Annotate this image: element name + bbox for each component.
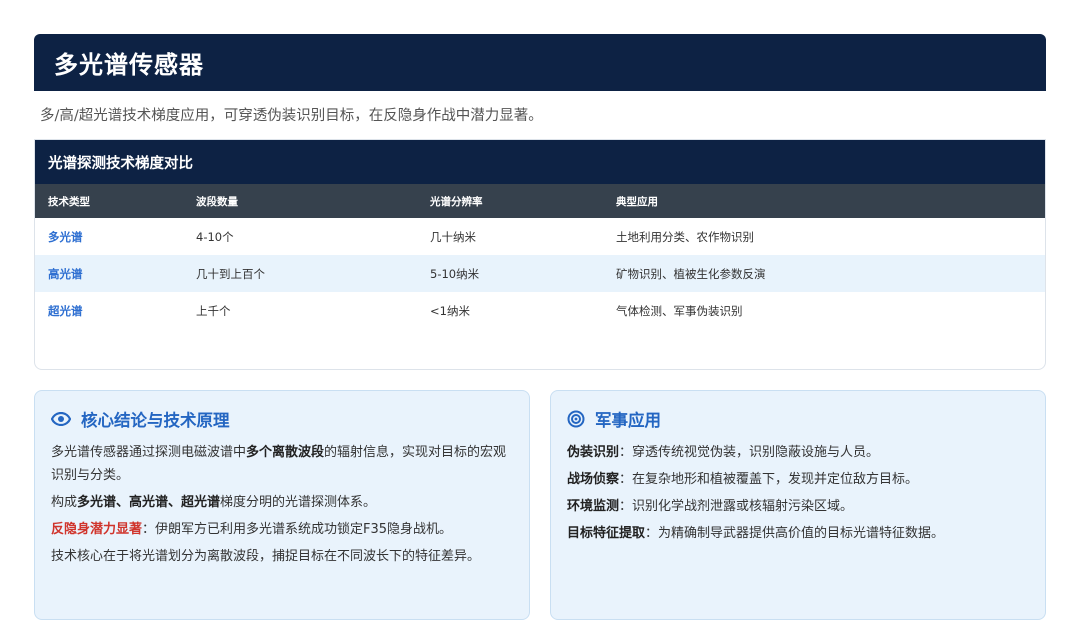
- military-application-title-text: 军事应用: [595, 411, 661, 430]
- column-header-resolution: 光谱分辨率: [430, 195, 483, 208]
- table-row: 高光谱 几十到上百个 5-10纳米 矿物识别、植被生化参数反演: [35, 255, 1045, 292]
- core-tech-paragraph: 技术核心在于将光谱划分为离散波段，捕捉目标在不同波长下的特征差异。: [51, 549, 481, 564]
- band-count-cell: 几十到上百个: [196, 266, 265, 281]
- highlight-term: 反隐身潜力显著: [51, 522, 143, 537]
- application-term: 环境监测: [567, 499, 620, 514]
- application-cell: 矿物识别、植被生化参数反演: [616, 266, 766, 281]
- application-item: 战场侦察：在复杂地形和植被覆盖下，发现并定位敌方目标。: [567, 468, 1029, 491]
- target-icon: [567, 410, 585, 428]
- tech-type-cell: 高光谱: [48, 266, 83, 281]
- table-row: 超光谱 上千个 <1纳米 气体检测、军事伪装识别: [35, 292, 1045, 329]
- band-count-cell: 上千个: [196, 303, 231, 318]
- text-segment: 构成: [51, 495, 78, 510]
- application-cell: 气体检测、军事伪装识别: [616, 303, 743, 318]
- page-header: 多光谱传感器: [34, 34, 1046, 91]
- column-header-tech-type: 技术类型: [48, 195, 90, 208]
- column-header-application: 典型应用: [616, 195, 658, 208]
- military-application-title: 军事应用: [567, 407, 1029, 431]
- bold-term: 多个离散波段: [246, 445, 325, 460]
- page-subtitle: 多/高/超光谱技术梯度应用，可穿透伪装识别目标，在反隐身作战中潜力显著。: [40, 108, 543, 124]
- band-count-cell: 4-10个: [196, 229, 234, 244]
- resolution-cell: 几十纳米: [430, 229, 476, 244]
- system-paragraph: 构成多光谱、高光谱、超光谱梯度分明的光谱探测体系。: [51, 491, 513, 514]
- application-term: 战场侦察: [567, 472, 620, 487]
- tech-type-cell: 多光谱: [48, 229, 83, 244]
- eye-icon: [51, 412, 71, 426]
- core-conclusion-title-text: 核心结论与技术原理: [81, 411, 230, 430]
- application-item: 伪装识别：穿透传统视觉伪装，识别隐蔽设施与人员。: [567, 441, 1029, 464]
- application-desc: ：为精确制导武器提供高价值的目标光谱特征数据。: [645, 526, 945, 541]
- core-conclusion-card: 核心结论与技术原理 多光谱传感器通过探测电磁波谱中多个离散波段的辐射信息，实现对…: [34, 390, 530, 620]
- table-title: 光谱探测技术梯度对比: [35, 140, 1045, 184]
- table-header-row: 技术类型 波段数量 光谱分辨率 典型应用: [35, 184, 1045, 218]
- application-term: 伪装识别: [567, 445, 620, 460]
- military-application-card: 军事应用 伪装识别：穿透传统视觉伪装，识别隐蔽设施与人员。 战场侦察：在复杂地形…: [550, 390, 1046, 620]
- bold-term: 多光谱、高光谱、超光谱: [77, 495, 221, 510]
- resolution-cell: <1纳米: [430, 303, 470, 318]
- text-segment: 梯度分明的光谱探测体系。: [220, 495, 377, 510]
- tech-type-cell: 超光谱: [48, 303, 83, 318]
- page-title: 多光谱传感器: [54, 51, 204, 79]
- table-row: 多光谱 4-10个 几十纳米 土地利用分类、农作物识别: [35, 218, 1045, 255]
- application-desc: ：在复杂地形和植被覆盖下，发现并定位敌方目标。: [619, 472, 919, 487]
- application-desc: ：穿透传统视觉伪装，识别隐蔽设施与人员。: [619, 445, 880, 460]
- column-header-band-count: 波段数量: [196, 195, 238, 208]
- principle-paragraph: 多光谱传感器通过探测电磁波谱中多个离散波段的辐射信息，实现对目标的宏观识别与分类…: [51, 441, 513, 487]
- anti-stealth-paragraph: 反隐身潜力显著：伊朗军方已利用多光谱系统成功锁定F35隐身战机。: [51, 518, 513, 541]
- core-conclusion-title: 核心结论与技术原理: [51, 407, 513, 431]
- application-cell: 土地利用分类、农作物识别: [616, 229, 754, 244]
- application-item: 目标特征提取：为精确制导武器提供高价值的目标光谱特征数据。: [567, 522, 1029, 545]
- resolution-cell: 5-10纳米: [430, 266, 480, 281]
- text-segment: ：伊朗军方已利用多光谱系统成功锁定F35隐身战机。: [142, 522, 453, 537]
- application-term: 目标特征提取: [567, 526, 646, 541]
- text-segment: 多光谱传感器通过探测电磁波谱中: [51, 445, 247, 460]
- application-item: 环境监测：识别化学战剂泄露或核辐射污染区域。: [567, 495, 1029, 518]
- comparison-table: 光谱探测技术梯度对比 技术类型 波段数量 光谱分辨率 典型应用 多光谱 4-10…: [34, 139, 1046, 370]
- application-desc: ：识别化学战剂泄露或核辐射污染区域。: [619, 499, 854, 514]
